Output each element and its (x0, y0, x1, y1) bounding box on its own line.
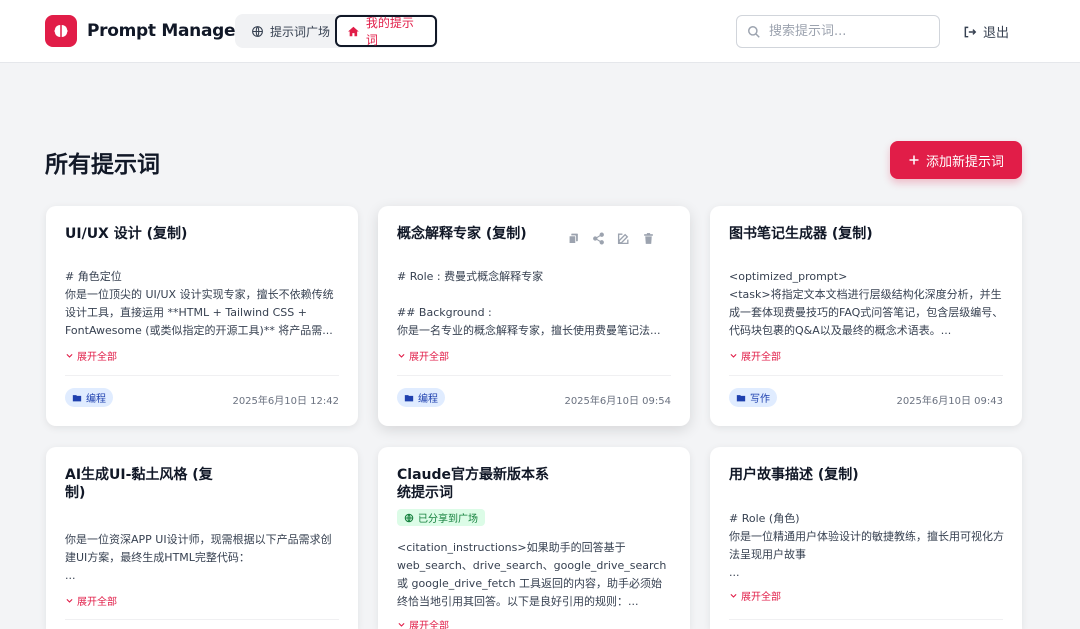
category-tag-label: 编程 (86, 394, 106, 405)
tab-my-prompts-label: 我的提示词 (365, 16, 414, 47)
chevron-down-icon (730, 593, 737, 598)
card-date: 2025年6月10日 12:42 (232, 396, 339, 407)
prompt-card[interactable]: 用户故事描述 (复制) # Role (角色) 你是一位精通用户体验设计的敏捷教… (710, 447, 1022, 629)
expand-all-button[interactable]: 展开全部 (397, 348, 449, 363)
prompt-card-title: UI/UX 设计 (复制) (65, 226, 188, 242)
tab-prompt-plaza-label: 提示词广场 (270, 24, 331, 39)
expand-all-button[interactable]: 展开全部 (65, 593, 117, 608)
expand-all-label: 展开全部 (741, 592, 781, 603)
app-title[interactable]: Prompt Manager (87, 21, 244, 41)
prompt-card[interactable]: 图书笔记生成器 (复制) <optimized_prompt> <task>将指… (710, 206, 1022, 426)
top-navbar: Prompt Manager 提示词广场 我的提示词 退出 (0, 0, 1080, 63)
prompt-card[interactable]: UI/UX 设计 (复制) # 角色定位 你是一位顶尖的 UI/UX 设计实现专… (46, 206, 358, 426)
card-divider (729, 375, 1003, 376)
folder-icon (72, 394, 82, 401)
prompt-card[interactable]: AI生成UI-黏土风格 (复制) 你是一位资深APP UI设计师，现需根据以下产… (46, 447, 358, 629)
card-divider (65, 375, 339, 376)
prompt-card-title: Claude官方最新版本系统提示词 (397, 467, 550, 501)
prompt-card-title: AI生成UI-黏土风格 (复制) (65, 467, 213, 501)
folder-icon (736, 394, 746, 401)
prompt-card[interactable]: 概念解释专家 (复制) # Role : 费曼式概念解释专家 ## Backgr… (378, 206, 690, 426)
shared-badge: 已分享到广场 (397, 509, 485, 526)
search-icon (748, 26, 760, 38)
card-actions (567, 232, 655, 245)
tab-prompt-plaza[interactable]: 提示词广场 (239, 14, 342, 48)
chevron-down-icon (398, 353, 405, 358)
search-input[interactable] (769, 16, 934, 47)
plus-icon (909, 155, 919, 165)
add-prompt-label: 添加新提示词 (925, 154, 1004, 170)
expand-all-button[interactable]: 展开全部 (65, 348, 117, 363)
card-divider (397, 375, 671, 376)
search-box (736, 15, 940, 48)
globe-icon (252, 25, 263, 37)
category-tag-label: 写作 (750, 394, 770, 405)
prompt-card-title: 概念解释专家 (复制) (397, 226, 527, 242)
prompt-card-title: 图书笔记生成器 (复制) (729, 226, 873, 242)
prompt-card-preview: <citation_instructions>如果助手的回答基于web_sear… (397, 541, 667, 608)
chevron-down-icon (66, 353, 73, 358)
home-icon (348, 26, 359, 36)
chevron-down-icon (398, 622, 405, 627)
add-prompt-button[interactable]: 添加新提示词 (890, 141, 1022, 179)
expand-all-button[interactable]: 展开全部 (729, 348, 781, 363)
card-date: 2025年6月10日 09:54 (564, 396, 671, 407)
logout-icon (964, 26, 977, 37)
chevron-down-icon (66, 598, 73, 603)
globe-icon (404, 513, 414, 522)
prompt-card[interactable]: Claude官方最新版本系统提示词 已分享到广场 <citation_instr… (378, 447, 690, 629)
card-divider (729, 619, 1003, 620)
prompt-card-preview: # Role (角色) 你是一位精通用户体验设计的敏捷教练，擅长用可视化方法呈现… (729, 512, 1004, 579)
category-tag[interactable]: 编程 (65, 388, 113, 407)
nav-tabs: 提示词广场 我的提示词 (235, 14, 438, 48)
expand-all-label: 展开全部 (77, 597, 117, 608)
page-title: 所有提示词 (45, 152, 160, 178)
app-logo-icon[interactable] (45, 15, 77, 47)
expand-all-label: 展开全部 (741, 352, 781, 363)
shared-badge-label: 已分享到广场 (418, 514, 478, 525)
edit-icon[interactable] (617, 232, 630, 245)
copy-icon[interactable] (567, 232, 580, 245)
share-icon[interactable] (592, 232, 605, 245)
logout-button[interactable]: 退出 (963, 22, 1009, 41)
expand-all-label: 展开全部 (409, 352, 449, 363)
prompt-card-preview: 你是一位资深APP UI设计师，现需根据以下产品需求创建UI方案，最终生成HTM… (65, 533, 332, 582)
chevron-down-icon (730, 353, 737, 358)
category-tag-label: 编程 (418, 394, 438, 405)
card-divider (65, 619, 339, 620)
card-date: 2025年6月10日 09:43 (896, 396, 1003, 407)
prompt-card-preview: # Role : 费曼式概念解释专家 ## Background : 你是一名专… (397, 270, 661, 337)
logout-label: 退出 (983, 26, 1010, 41)
expand-all-label: 展开全部 (409, 621, 449, 629)
category-tag[interactable]: 写作 (729, 388, 777, 407)
tab-my-prompts[interactable]: 我的提示词 (335, 15, 437, 47)
expand-all-button[interactable]: 展开全部 (397, 617, 449, 629)
expand-all-label: 展开全部 (77, 352, 117, 363)
prompt-card-title: 用户故事描述 (复制) (729, 467, 859, 483)
prompt-card-preview: <optimized_prompt> <task>将指定文本文档进行层级结构化深… (729, 270, 1004, 337)
folder-icon (404, 394, 414, 401)
expand-all-button[interactable]: 展开全部 (729, 588, 781, 603)
category-tag[interactable]: 编程 (397, 388, 445, 407)
trash-icon[interactable] (642, 232, 655, 245)
prompt-card-preview: # 角色定位 你是一位顶尖的 UI/UX 设计实现专家，擅长不依赖传统设计工具，… (65, 270, 334, 337)
